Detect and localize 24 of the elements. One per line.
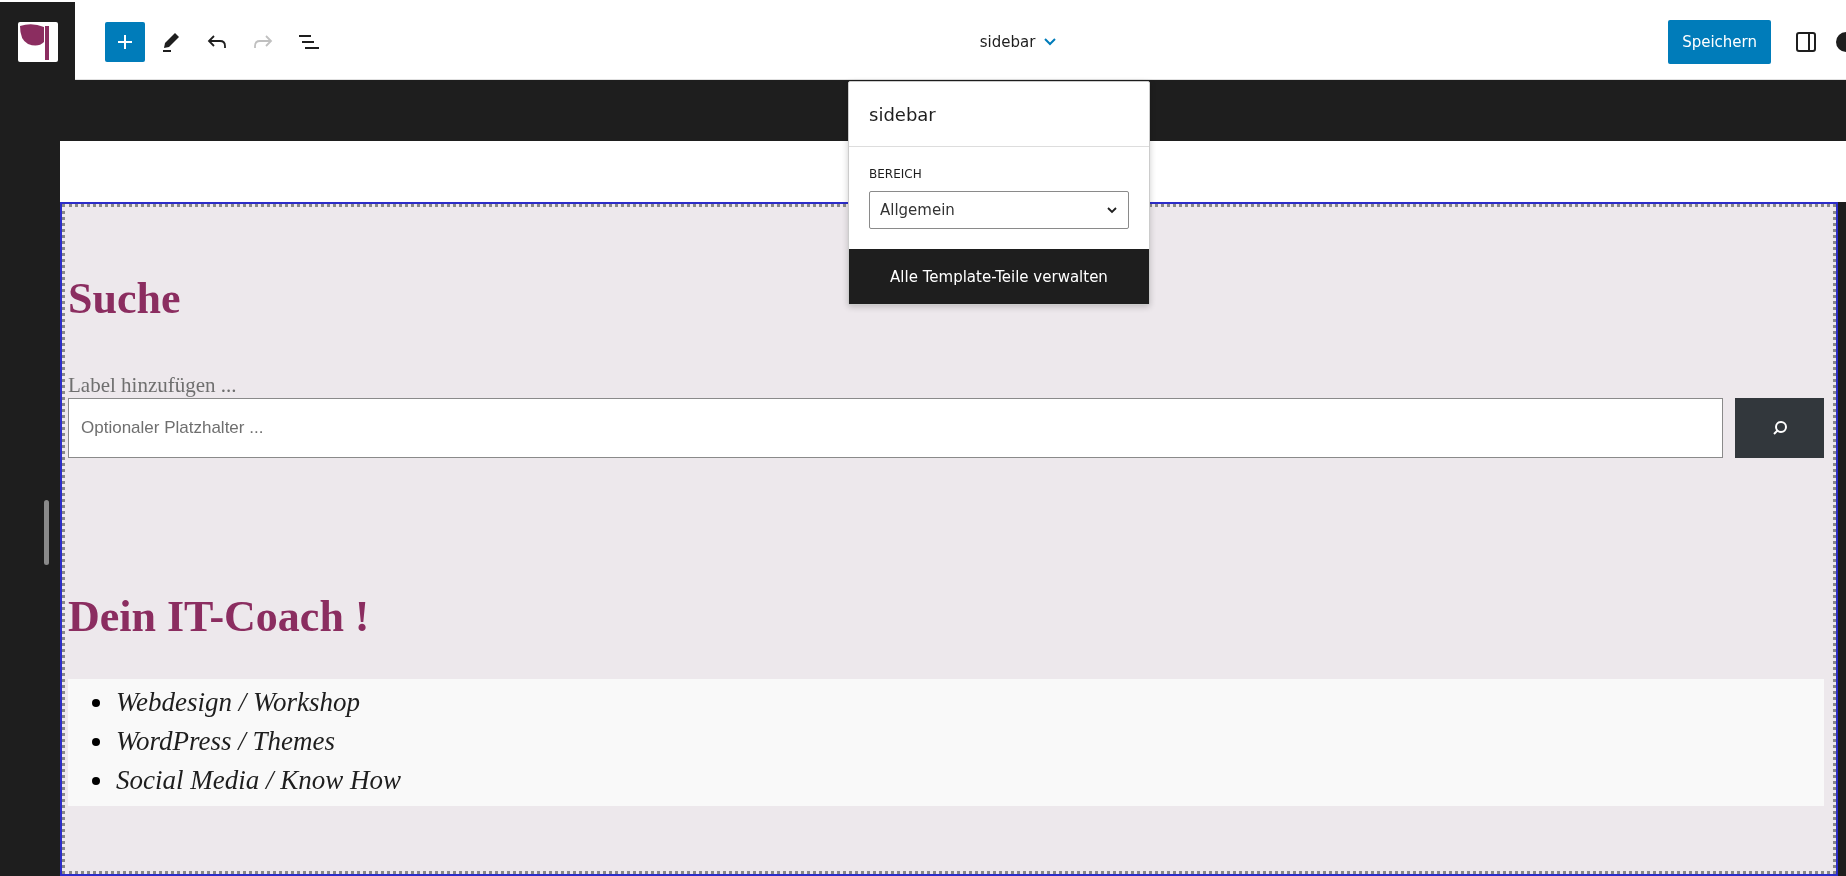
list-item: Webdesign / Workshop <box>116 686 360 720</box>
bullet-icon <box>92 698 100 707</box>
area-label: BEREICH <box>869 167 923 181</box>
heading: Suche <box>68 273 181 325</box>
area-select[interactable]: Allgemein <box>869 191 1129 229</box>
chevron-down-icon <box>1106 206 1118 214</box>
manage-template-parts-button[interactable]: Alle Template-Teile verwalten <box>849 249 1149 304</box>
add-block-button[interactable] <box>105 22 145 62</box>
bullet-icon <box>92 737 100 746</box>
resize-handle[interactable] <box>44 500 49 565</box>
sidebar-toggle-icon[interactable] <box>1795 31 1817 53</box>
list-item: Social Media / Know How <box>116 764 401 798</box>
list-item: WordPress / Themes <box>116 725 335 759</box>
save-button[interactable]: Speichern <box>1668 20 1771 64</box>
popover-title: sidebar <box>849 82 1149 147</box>
search-button[interactable] <box>1735 398 1824 459</box>
bullet-icon <box>92 776 100 785</box>
plus-icon <box>115 32 135 52</box>
search-field[interactable]: Optionaler Platzhalter ... <box>68 398 1723 459</box>
document-title[interactable]: sidebar <box>979 33 1036 51</box>
heading: Dein IT-Coach ! <box>68 591 370 644</box>
search-label[interactable]: Label hinzufügen ... <box>68 373 1824 399</box>
chevron-down-icon[interactable] <box>1043 37 1058 47</box>
site-logo-icon[interactable] <box>17 22 58 62</box>
